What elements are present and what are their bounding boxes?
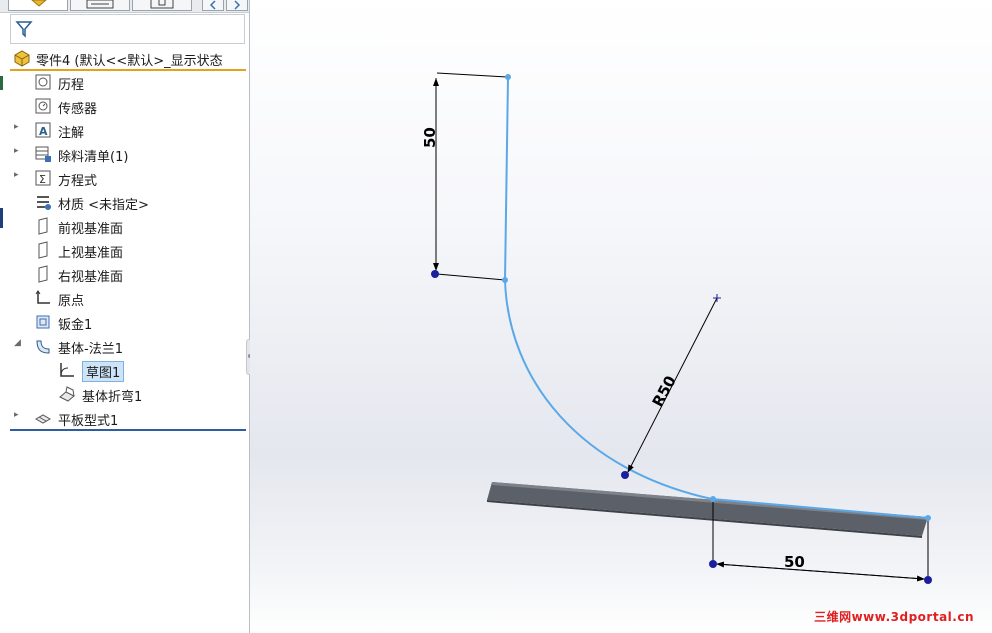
annotation-icon: A: [35, 122, 51, 138]
svg-text:A: A: [39, 125, 48, 138]
tree-item[interactable]: ▸ 平板型式1: [10, 407, 246, 429]
dim-horizontal-text[interactable]: 50: [784, 553, 805, 571]
dimension-point[interactable]: [709, 560, 717, 568]
sketch-icon: [60, 363, 74, 377]
plane-icon: [38, 217, 48, 235]
dimension-vertical[interactable]: 50: [421, 72, 508, 281]
chevron-right-icon: [234, 0, 241, 10]
tree-item-label: 材质 <未指定>: [58, 198, 149, 213]
tree-item-label: 草图1: [82, 361, 125, 382]
tree-item-label: 除料清单(1): [58, 150, 129, 165]
tab-scroll-left[interactable]: [202, 0, 224, 11]
tree-item-label: 方程式: [58, 174, 98, 189]
tree-item[interactable]: ◢ 基体-法兰1: [10, 335, 246, 357]
origin-icon: [35, 290, 50, 304]
chevron-left-icon: [209, 0, 216, 10]
tree-item[interactable]: 钣金1: [10, 311, 246, 333]
expand-arrow-icon[interactable]: ▸: [14, 122, 24, 132]
edge-marker: [0, 76, 3, 90]
dim-vertical-text[interactable]: 50: [421, 127, 439, 148]
expand-arrow-icon[interactable]: ▸: [14, 146, 24, 156]
property-tab-icon: [86, 0, 114, 9]
sketch-endpoint[interactable]: [925, 515, 931, 521]
equation-icon: Σ: [35, 170, 51, 186]
arc-center-mark: [713, 294, 721, 302]
tree-item[interactable]: 原点: [10, 287, 246, 309]
tree-item-label: 注解: [58, 126, 85, 141]
tree-item-label: 前视基准面: [58, 222, 124, 237]
tab-property-manager[interactable]: [70, 0, 130, 11]
flat-pattern-icon: [34, 414, 52, 424]
sensor-icon: [35, 98, 51, 114]
tree-item[interactable]: ▸ 除料清单(1): [10, 143, 246, 165]
tree-item[interactable]: 右视基准面: [10, 263, 246, 285]
rollback-bar[interactable]: [10, 429, 246, 431]
tangent-point[interactable]: [621, 471, 629, 479]
dimension-radius[interactable]: R50: [627, 294, 721, 473]
base-flange-icon: [36, 340, 50, 354]
graphics-viewport[interactable]: 50 R50 50 三维网www.3dportal.cn: [250, 0, 992, 633]
tree-item-label: 原点: [58, 294, 85, 309]
tab-scroll-right[interactable]: [226, 0, 248, 11]
feature-manager-panel: 零件4 (默认<<默认>_显示状态 历程传感器 ▸ A 注解 ▸ 除料清单(1) ▸ Σ 方程式…: [0, 0, 254, 633]
flat-plate[interactable]: [487, 482, 928, 538]
dim-radius-text[interactable]: R50: [649, 373, 680, 410]
edge-marker: [0, 208, 3, 228]
dimension-point[interactable]: [924, 576, 932, 584]
part-tab-icon: [31, 0, 47, 7]
tree-item-label: 基体折弯1: [82, 390, 143, 405]
part-root-node[interactable]: 零件4 (默认<<默认>_显示状态: [10, 47, 246, 71]
sketch-endpoint[interactable]: [502, 277, 508, 283]
svg-text:Σ: Σ: [39, 173, 46, 186]
sketch-endpoint[interactable]: [710, 496, 716, 502]
material-icon: [37, 196, 51, 210]
collapse-arrow-icon[interactable]: ◢: [14, 338, 24, 348]
tree-item[interactable]: 传感器: [10, 95, 246, 117]
dimension-point[interactable]: [431, 270, 439, 278]
tab-feature-manager[interactable]: [8, 0, 68, 11]
tree-item[interactable]: 基体折弯1: [10, 383, 246, 405]
tree-item[interactable]: 前视基准面: [10, 215, 246, 237]
tree-item[interactable]: 材质 <未指定>: [10, 191, 246, 213]
tree-filter[interactable]: [10, 14, 245, 44]
expand-arrow-icon[interactable]: ▸: [14, 170, 24, 180]
sketch-endpoint[interactable]: [505, 74, 511, 80]
part-label: 零件4 (默认<<默认>_显示状态: [36, 54, 223, 69]
tree-item-label: 右视基准面: [58, 270, 124, 285]
panel-tab-strip: [0, 0, 249, 13]
tree-item[interactable]: ▸ Σ 方程式: [10, 167, 246, 189]
filter-icon[interactable]: [15, 20, 33, 38]
watermark: 三维网www.3dportal.cn: [814, 610, 974, 624]
tree-item-label: 历程: [58, 78, 85, 93]
tab-configuration-manager[interactable]: [132, 0, 192, 11]
plane-icon: [38, 241, 48, 259]
sheetmetal-icon: [36, 315, 50, 329]
tree-item-label: 钣金1: [58, 318, 93, 333]
sketch-canvas[interactable]: 50 R50 50: [250, 0, 992, 633]
tree-item[interactable]: 上视基准面: [10, 239, 246, 261]
tree-item-label: 传感器: [58, 102, 98, 117]
history-icon: [35, 74, 51, 90]
expand-arrow-icon[interactable]: ▸: [14, 410, 24, 420]
tree-item-label: 上视基准面: [58, 246, 124, 261]
tree-item[interactable]: 草图1: [10, 359, 246, 382]
bend-icon: [59, 386, 75, 402]
tree-item-label: 平板型式1: [58, 414, 119, 429]
plane-icon: [38, 265, 48, 283]
tree-item[interactable]: ▸ A 注解: [10, 119, 246, 141]
part-icon: [14, 50, 30, 67]
tree-item-label: 基体-法兰1: [58, 342, 123, 357]
cutlist-icon: [35, 146, 51, 162]
left-edge-markers: [0, 70, 3, 280]
tree-item[interactable]: 历程: [10, 71, 246, 93]
config-tab-icon: [150, 0, 174, 9]
